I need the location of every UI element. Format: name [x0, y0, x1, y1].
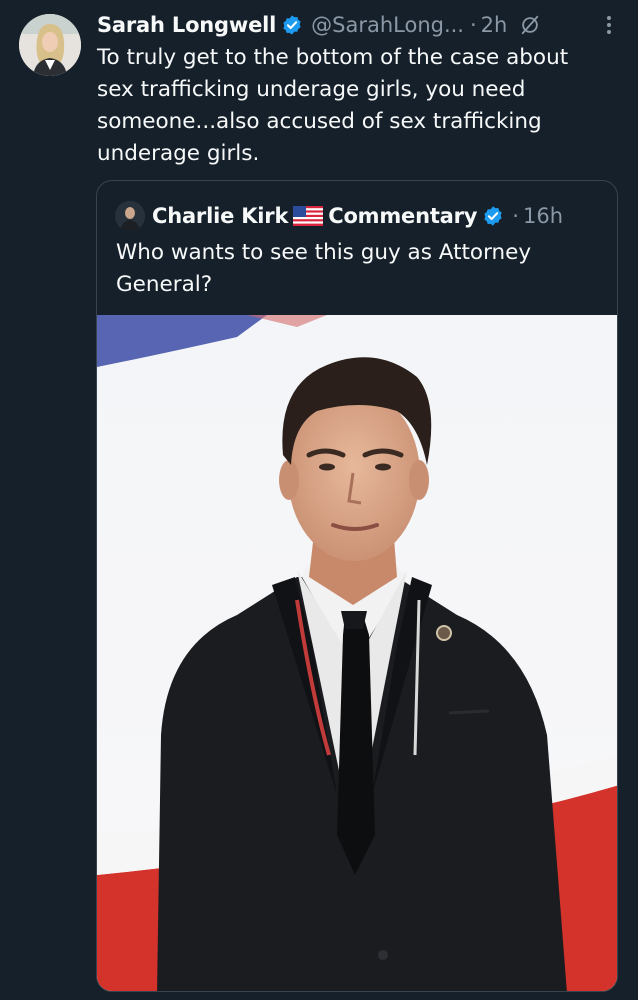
tweet[interactable]: Sarah Longwell @SarahLong... · 2h To tru…	[0, 0, 638, 1000]
quoted-tweet-text: Who wants to see this guy as Attorney Ge…	[116, 240, 532, 297]
quoted-tweet[interactable]: Charlie Kirk Commentary · 16h Who wants …	[96, 180, 618, 992]
quoted-post-time[interactable]: 16h	[523, 204, 563, 228]
author-avatar[interactable]	[19, 14, 81, 76]
more-options-icon[interactable]	[597, 12, 621, 38]
quoted-author-name[interactable]: Charlie Kirk	[152, 204, 288, 228]
photo-man-dark-suit	[97, 315, 617, 991]
post-time[interactable]: 2h	[481, 13, 508, 37]
verified-badge-icon	[281, 14, 303, 36]
separator-dot: ·	[469, 13, 477, 37]
tweet-text: To truly get to the bottom of the case a…	[97, 45, 569, 166]
avatar-image	[19, 14, 81, 76]
author-handle[interactable]: @SarahLong...	[311, 13, 464, 37]
author-name[interactable]: Sarah Longwell	[97, 13, 276, 37]
quoted-tweet-photo[interactable]	[97, 315, 617, 991]
tweet-header: Sarah Longwell @SarahLong... · 2h	[97, 10, 541, 40]
quoted-tweet-header: Charlie Kirk Commentary · 16h	[115, 201, 563, 231]
us-flag-icon	[293, 206, 324, 226]
quoted-author-avatar[interactable]	[115, 201, 145, 231]
verified-badge-icon	[482, 205, 504, 227]
separator-dot: ·	[512, 204, 519, 228]
quoted-author-suffix[interactable]: Commentary	[328, 204, 477, 228]
grok-icon[interactable]	[519, 14, 541, 36]
